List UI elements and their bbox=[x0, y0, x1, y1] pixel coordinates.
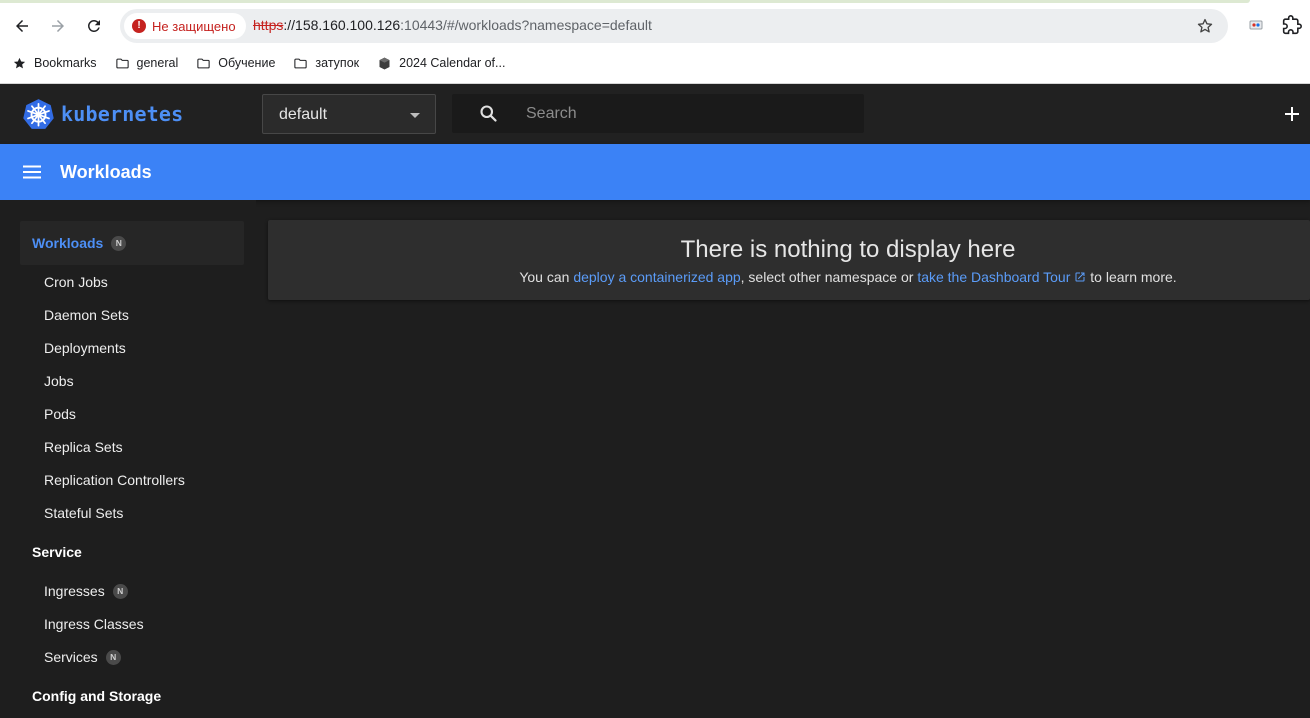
arrow-right-icon bbox=[52, 20, 64, 32]
url-scheme: https bbox=[253, 17, 284, 33]
sidebar-item-cron-jobs[interactable]: Cron Jobs bbox=[44, 272, 108, 292]
namespaced-badge: N bbox=[105, 649, 121, 665]
sidebar-group-label: Config and Storage bbox=[32, 688, 162, 704]
url-path: :10443/#/workloads?namespace=default bbox=[400, 17, 652, 33]
bookmark-label: general bbox=[136, 56, 179, 70]
namespaced-badge: N bbox=[112, 583, 128, 599]
sidebar-item-label: Jobs bbox=[44, 373, 74, 389]
bookmark-label: затупок bbox=[315, 56, 360, 70]
empty-text-prefix: You can bbox=[519, 269, 574, 285]
bookmark-label: Обучение bbox=[218, 56, 276, 70]
bookmarks-bar: Bookmarks general Обучение затупок 2024 … bbox=[0, 50, 1310, 76]
sidebar-item-label: Ingresses bbox=[44, 583, 105, 599]
reload-icon bbox=[87, 19, 100, 32]
folder-icon bbox=[197, 58, 210, 68]
folder-icon bbox=[294, 58, 308, 68]
create-resource-button[interactable] bbox=[1282, 104, 1302, 124]
star-outline-icon bbox=[1197, 18, 1213, 33]
kubernetes-logo-icon[interactable] bbox=[22, 98, 55, 131]
navigation-bar: ! Не защищено https://158.160.100.126:10… bbox=[0, 8, 1310, 44]
sidebar-item-label: Replica Sets bbox=[44, 439, 123, 455]
forward-button[interactable] bbox=[44, 12, 72, 40]
hamburger-menu-icon bbox=[23, 165, 41, 179]
back-button[interactable] bbox=[8, 12, 36, 40]
bookmark-star-button[interactable] bbox=[1194, 15, 1216, 37]
namespaced-badge: N bbox=[111, 235, 127, 251]
sidebar-item-label: Pods bbox=[44, 406, 76, 422]
search-bar[interactable] bbox=[452, 94, 864, 133]
sidebar-item-label: Stateful Sets bbox=[44, 505, 124, 521]
bookmark-item-obuchenie[interactable]: Обучение bbox=[192, 51, 279, 75]
url-text[interactable]: https://158.160.100.126:10443/#/workload… bbox=[253, 17, 652, 33]
empty-state-text: You can deploy a containerized app, sele… bbox=[268, 269, 1310, 285]
sidebar-group-service[interactable]: Service bbox=[20, 530, 244, 574]
sidebar-item-deployments[interactable]: Deployments bbox=[44, 338, 126, 358]
sidebar-item-replication-controllers[interactable]: Replication Controllers bbox=[44, 470, 185, 490]
empty-text-suffix: to learn more. bbox=[1086, 269, 1177, 285]
app-header: kubernetes default bbox=[0, 84, 1310, 144]
menu-toggle-button[interactable] bbox=[20, 161, 44, 183]
warning-icon: ! bbox=[132, 19, 146, 33]
cube-icon bbox=[379, 57, 390, 69]
address-bar[interactable]: ! Не защищено https://158.160.100.126:10… bbox=[120, 9, 1228, 43]
dashboard-tour-label: take the Dashboard Tour bbox=[917, 269, 1071, 285]
plus-icon bbox=[1285, 107, 1299, 121]
bookmark-item-calendar[interactable]: 2024 Calendar of... bbox=[373, 51, 509, 75]
bookmark-item-zatupok[interactable]: затупок bbox=[289, 51, 363, 75]
arrow-left-icon bbox=[16, 20, 28, 32]
security-indicator[interactable]: ! Не защищено bbox=[124, 13, 246, 39]
sidebar-group-label: Service bbox=[32, 544, 82, 560]
page-title: Workloads bbox=[60, 162, 152, 182]
search-icon bbox=[480, 105, 497, 122]
bookmark-label: Bookmarks bbox=[34, 56, 97, 70]
sidebar-group-workloads[interactable]: Workloads N bbox=[20, 221, 244, 265]
extension-button[interactable] bbox=[1244, 13, 1268, 37]
sidebar-item-label: Ingress Classes bbox=[44, 616, 144, 632]
browser-chrome: ! Не защищено https://158.160.100.126:10… bbox=[0, 0, 1310, 84]
extension-badge-icon bbox=[1249, 20, 1263, 30]
sidebar-item-daemon-sets[interactable]: Daemon Sets bbox=[44, 305, 129, 325]
sidebar-item-ingress-classes[interactable]: Ingress Classes bbox=[44, 614, 144, 634]
empty-state-card: There is nothing to display here You can… bbox=[268, 220, 1310, 300]
star-icon bbox=[13, 57, 26, 68]
extensions-menu-button[interactable] bbox=[1280, 13, 1304, 37]
search-input[interactable] bbox=[526, 101, 846, 127]
bookmark-item-general[interactable]: general bbox=[111, 51, 183, 75]
sidebar-item-label: Replication Controllers bbox=[44, 472, 185, 488]
sidebar-item-ingresses[interactable]: Ingresses N bbox=[44, 581, 128, 601]
reload-button[interactable] bbox=[80, 12, 108, 40]
puzzle-icon bbox=[1282, 15, 1302, 35]
sidebar-item-replica-sets[interactable]: Replica Sets bbox=[44, 437, 123, 457]
sidebar-item-stateful-sets[interactable]: Stateful Sets bbox=[44, 503, 123, 523]
namespace-value: default bbox=[279, 106, 328, 123]
sidebar-nav: Workloads N Cron Jobs Daemon Sets Deploy… bbox=[0, 200, 256, 710]
sidebar-item-label: Services bbox=[44, 649, 98, 665]
url-host: ://158.160.100.126 bbox=[283, 17, 401, 33]
sidebar-item-services[interactable]: Services N bbox=[44, 647, 121, 667]
sidebar-group-config-and-storage[interactable]: Config and Storage bbox=[20, 674, 244, 718]
folder-icon bbox=[115, 58, 129, 68]
sidebar-item-jobs[interactable]: Jobs bbox=[44, 371, 74, 391]
namespace-selector[interactable]: default bbox=[262, 94, 436, 134]
sidebar-item-label: Cron Jobs bbox=[44, 274, 108, 290]
sidebar-item-label: Deployments bbox=[44, 340, 126, 356]
sidebar-item-pods[interactable]: Pods bbox=[44, 404, 76, 424]
security-label: Не защищено bbox=[152, 18, 236, 34]
sidebar-item-label: Daemon Sets bbox=[44, 307, 129, 323]
bookmark-item-bookmarks[interactable]: Bookmarks bbox=[8, 51, 101, 75]
empty-text-middle: , select other namespace or bbox=[740, 269, 918, 285]
open-in-new-icon bbox=[1075, 272, 1085, 282]
dashboard-tour-link[interactable]: take the Dashboard Tour bbox=[917, 269, 1086, 285]
deploy-app-link[interactable]: deploy a containerized app bbox=[573, 269, 740, 285]
tab-strip bbox=[0, 0, 1250, 3]
empty-state-title: There is nothing to display here bbox=[680, 236, 1016, 263]
brand-wordmark[interactable]: kubernetes bbox=[61, 102, 183, 126]
page-toolbar: Workloads bbox=[0, 144, 1310, 200]
bookmark-label: 2024 Calendar of... bbox=[399, 56, 506, 70]
sidebar-group-label: Workloads bbox=[32, 235, 104, 251]
caret-down-icon bbox=[410, 113, 420, 118]
